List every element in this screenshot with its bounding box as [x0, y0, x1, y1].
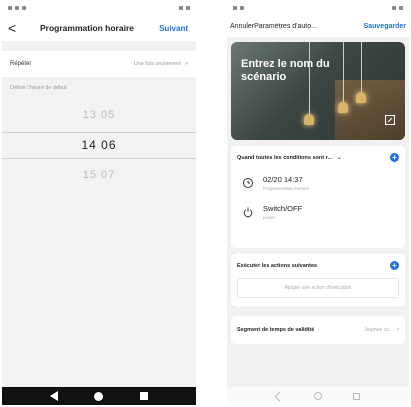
status-bar: [2, 1, 196, 15]
recents-square-icon[interactable]: [139, 392, 148, 400]
hour-value: 15: [82, 169, 97, 181]
signal-icon: [392, 6, 396, 10]
notification-icon: [8, 6, 12, 10]
back-triangle-icon[interactable]: [274, 391, 285, 401]
picker-divider: [2, 158, 196, 159]
picker-divider: [2, 132, 196, 133]
time-picker-row[interactable]: 15 07: [2, 169, 196, 181]
notification-icon: [22, 6, 26, 10]
condition-item[interactable]: Switch/OFF power: [237, 204, 399, 220]
time-picker[interactable]: 13 05 14 06 15 07: [2, 99, 196, 195]
hour-value: 13: [82, 109, 97, 121]
lamp-decor: [304, 114, 314, 125]
minute-value: 06: [101, 138, 117, 152]
chevron-right-icon: >: [184, 61, 188, 67]
repeat-label: Répéter: [10, 61, 32, 67]
repeat-value: Une fois seulement: [133, 61, 181, 67]
edit-image-icon[interactable]: [385, 112, 395, 130]
lamp-decor: [356, 92, 366, 103]
power-icon: [242, 205, 254, 218]
left-phone-screen: < Programmation horaire Suivant Répéter …: [2, 1, 196, 405]
minute-value: 05: [101, 109, 116, 121]
actions-card: Exécuter les actions suivantes + Ajouter…: [231, 254, 405, 306]
add-action-field[interactable]: Ajouter une action d'exécution: [237, 278, 399, 298]
add-action-button[interactable]: +: [390, 261, 399, 270]
actions-title: Exécuter les actions suivantes: [237, 262, 318, 269]
status-bar: [227, 1, 409, 15]
notification-icon: [15, 6, 19, 10]
chevron-right-icon: >: [396, 327, 399, 333]
chevron-down-icon[interactable]: ⌄: [337, 155, 342, 161]
hour-value: 14: [81, 138, 97, 152]
scene-banner-image[interactable]: Entrez le nom du scénario: [231, 42, 405, 140]
time-picker-row-selected[interactable]: 14 06: [2, 138, 196, 152]
notification-icon: [240, 6, 244, 10]
right-phone-screen: Annuler Paramètres d'auto... Sauvegarder…: [227, 1, 409, 405]
validity-period-row[interactable]: Segment de temps de validité Journée co.…: [231, 316, 405, 344]
clock-icon: [242, 176, 254, 188]
next-button[interactable]: Suivant: [159, 24, 188, 33]
save-button[interactable]: Sauvegarder: [364, 23, 406, 30]
condition-main-text: 02/20 14:37: [263, 175, 303, 184]
top-navigation: Annuler Paramètres d'auto... Sauvegarder: [227, 15, 409, 37]
conditions-card: Quand toutes les conditions sont r... ⌄ …: [231, 146, 405, 248]
page-title: Programmation horaire: [40, 23, 134, 33]
start-time-label: Définir l'heure de début: [10, 85, 67, 91]
home-circle-icon[interactable]: [94, 391, 104, 401]
lamp-decor: [338, 102, 348, 113]
battery-icon: [186, 6, 190, 10]
notification-icon: [233, 6, 237, 10]
conditions-title: Quand toutes les conditions sont r...: [237, 154, 333, 161]
condition-item[interactable]: 02/20 14:37 Programmation horaire: [237, 175, 399, 191]
time-picker-row[interactable]: 13 05: [2, 109, 196, 121]
system-navigation-bar: [2, 387, 196, 405]
recents-square-icon[interactable]: [352, 392, 360, 400]
system-navigation-bar: [227, 387, 409, 405]
signal-icon: [179, 6, 183, 10]
battery-icon: [399, 6, 403, 10]
validity-label: Segment de temps de validité: [237, 327, 315, 333]
validity-value: Journée co...: [364, 327, 394, 333]
top-navigation: < Programmation horaire Suivant: [2, 15, 196, 41]
page-title: Paramètres d'auto...: [254, 22, 317, 30]
back-button[interactable]: <: [8, 20, 24, 36]
cancel-button[interactable]: Annuler: [230, 23, 254, 30]
back-triangle-icon[interactable]: [50, 391, 59, 401]
minute-value: 07: [101, 169, 116, 181]
add-condition-button[interactable]: +: [390, 153, 399, 162]
condition-sub-text: Programmation horaire: [263, 186, 310, 191]
condition-sub-text: power: [263, 215, 276, 220]
scene-name-input[interactable]: Entrez le nom du scénario: [241, 58, 371, 84]
repeat-setting-row[interactable]: Répéter Une fois seulement >: [2, 51, 196, 77]
home-circle-icon[interactable]: [313, 392, 322, 400]
condition-main-text: Switch/OFF: [263, 204, 303, 213]
